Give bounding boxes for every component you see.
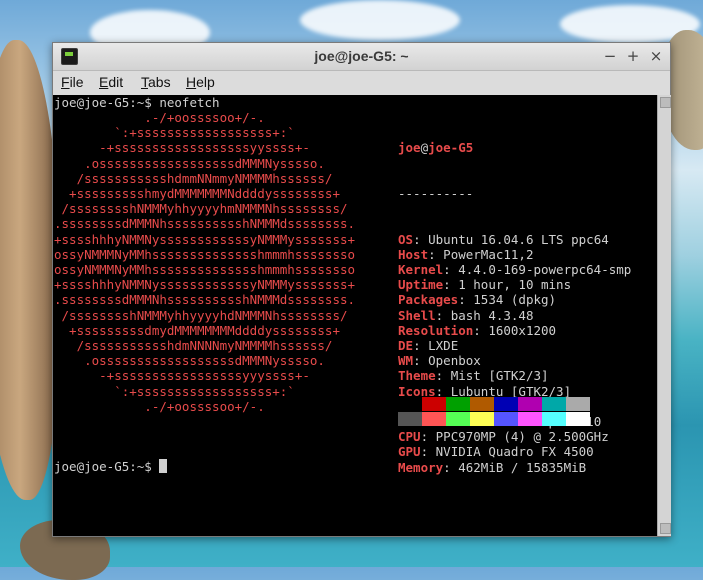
info-value: 1 hour, 10 mins: [458, 277, 572, 293]
color-swatch: [470, 412, 494, 426]
vertical-scrollbar[interactable]: [657, 95, 671, 536]
ascii-art-line: /sssssssshNMMMyhhyyyyhmNMMMNhssssssss/: [54, 201, 348, 217]
menu-edit[interactable]: Edit: [99, 74, 123, 90]
system-info: joe@joe-G5 ---------- OS: Ubuntu 16.04.6…: [398, 110, 631, 505]
info-key: Packages: [398, 292, 459, 308]
info-key: Shell: [398, 307, 436, 323]
ascii-art-line: -+sssssssssssssssssyyyssss+-: [54, 368, 310, 384]
color-swatch: [494, 412, 518, 426]
info-row: Theme: Mist [GTK2/3]: [398, 368, 549, 384]
color-swatch: [446, 397, 470, 411]
menu-bar: File Edit Tabs Help: [53, 71, 670, 95]
info-key: Resolution: [398, 322, 474, 338]
ascii-art-line: +sssshhhyNMMNyssssssssssssyNMMMysssssss+: [54, 277, 356, 293]
info-separator: ----------: [398, 186, 474, 202]
info-row: CPU: PPC970MP (4) @ 2.500GHz: [398, 429, 609, 445]
info-value: Openbox: [428, 353, 481, 369]
window-title: joe@joe-G5: ~: [314, 48, 409, 64]
info-key: Host: [398, 246, 429, 262]
ascii-art-line: .ssssssssdMMMNhsssssssssshNMMMdssssssss.: [54, 216, 356, 232]
menu-help[interactable]: Help: [186, 74, 215, 90]
color-swatch: [542, 412, 566, 426]
ascii-art-line: /sssssssshNMMMyhhyyyyhdNMMMNhssssssss/: [54, 307, 348, 323]
color-swatch: [422, 412, 446, 426]
info-row: Uptime: 1 hour, 10 mins: [398, 277, 572, 293]
menu-file[interactable]: File: [61, 74, 84, 90]
info-row: Packages: 1534 (dpkg): [398, 292, 557, 308]
info-value: bash 4.3.48: [450, 307, 534, 323]
info-value: 462MiB / 15835MiB: [458, 459, 587, 475]
info-value: Ubuntu 16.04.6 LTS ppc64: [428, 231, 609, 247]
ascii-art-line: .ossssssssssssssssssdMMMNysssso.: [54, 155, 325, 171]
maximize-button[interactable]: +: [624, 46, 642, 66]
terminal-output[interactable]: joe@joe-G5:~$ neofetch .-/+oossssoo+/-. …: [53, 95, 657, 536]
info-row: DE: LXDE: [398, 338, 459, 354]
color-swatch: [566, 412, 590, 426]
ascii-art-line: `:+ssssssssssssssssss+:`: [54, 383, 295, 399]
info-value: LXDE: [428, 338, 459, 354]
color-swatch: [518, 412, 542, 426]
info-value: 4.4.0-169-powerpc64-smp: [458, 262, 632, 278]
color-swatch: [542, 397, 566, 411]
color-swatch: [398, 397, 422, 411]
ascii-art-line: .-/+oossssoo+/-.: [54, 398, 265, 414]
ascii-art-line: +sssssssssdmydMMMMMMMMddddyssssssss+: [54, 322, 340, 338]
prompt-current[interactable]: joe@joe-G5:~$: [54, 459, 168, 474]
info-key: Theme: [398, 368, 436, 384]
info-row: GPU: NVIDIA Quadro FX 4500: [398, 444, 594, 460]
ascii-art-line: /ssssssssssshdmNNNNmyNMMMMhssssss/: [54, 338, 333, 354]
info-row: WM: Openbox: [398, 353, 481, 369]
info-row: OS: Ubuntu 16.04.6 LTS ppc64: [398, 231, 609, 247]
user-host: joe@joe-G5: [398, 140, 474, 156]
info-key: CPU: [398, 429, 421, 445]
color-swatch: [470, 397, 494, 411]
ascii-art-line: +sssshhhyNMMNyssssssssssssyNMMMysssssss+: [54, 231, 356, 247]
ascii-art-line: -+ssssssssssssssssssyyssss+-: [54, 140, 310, 156]
info-key: GPU: [398, 444, 421, 460]
text-cursor: [159, 459, 168, 473]
menu-tabs[interactable]: Tabs: [141, 74, 171, 90]
info-value: 1534 (dpkg): [473, 292, 557, 308]
info-value: PPC970MP (4) @ 2.500GHz: [435, 429, 609, 445]
info-row: Memory: 462MiB / 15835MiB: [398, 459, 587, 475]
ascii-art-line: ossyNMMMNyMMhsssssssssssssshmmmhssssssso: [54, 262, 356, 278]
info-row: Kernel: 4.4.0-169-powerpc64-smp: [398, 262, 632, 278]
info-row: Resolution: 1600x1200: [398, 322, 557, 338]
close-button[interactable]: ×: [647, 46, 665, 66]
color-swatch: [398, 412, 422, 426]
title-bar[interactable]: joe@joe-G5: ~ − + ×: [53, 43, 670, 71]
info-key: Kernel: [398, 262, 444, 278]
color-swatch: [566, 397, 590, 411]
color-swatch: [518, 397, 542, 411]
minimize-button[interactable]: −: [601, 46, 619, 66]
scroll-up-arrow[interactable]: [660, 97, 671, 108]
ascii-art-line: .ossssssssssssssssssdMMMNysssso.: [54, 353, 325, 369]
scroll-down-arrow[interactable]: [660, 523, 671, 534]
info-value: 1600x1200: [488, 322, 557, 338]
info-key: OS: [398, 231, 414, 247]
info-key: DE: [398, 338, 414, 354]
ubuntu-ascii-logo: .-/+oossssoo+/-. `:+ssssssssssssssssss+:…: [54, 110, 355, 414]
info-value: Mist [GTK2/3]: [450, 368, 549, 384]
ascii-art-line: ossyNMMMNyMMhsssssssssssssshmmmhssssssso: [54, 246, 356, 262]
color-swatch: [446, 412, 470, 426]
prompt-neofetch: joe@joe-G5:~$ neofetch: [54, 95, 220, 110]
ascii-art-line: +ssssssssshmydMMMMMMMNddddyssssssss+: [54, 186, 340, 202]
ascii-art-line: .ssssssssdMMMNhsssssssssshNMMMdssssssss.: [54, 292, 356, 308]
ascii-art-line: `:+ssssssssssssssssss+:`: [54, 125, 295, 141]
terminal-window: joe@joe-G5: ~ − + × File Edit Tabs Help …: [52, 42, 671, 537]
info-key: Uptime: [398, 277, 444, 293]
info-value: PowerMac11,2: [443, 246, 534, 262]
ascii-art-line: /ssssssssssshdmmNNmmyNMMMMhssssss/: [54, 170, 333, 186]
info-row: Host: PowerMac11,2: [398, 246, 534, 262]
info-key: WM: [398, 353, 414, 369]
info-key: Memory: [398, 459, 444, 475]
color-swatch: [494, 397, 518, 411]
color-swatch: [422, 397, 446, 411]
info-value: NVIDIA Quadro FX 4500: [435, 444, 594, 460]
info-row: Shell: bash 4.3.48: [398, 307, 534, 323]
ascii-art-line: .-/+oossssoo+/-.: [54, 110, 265, 125]
